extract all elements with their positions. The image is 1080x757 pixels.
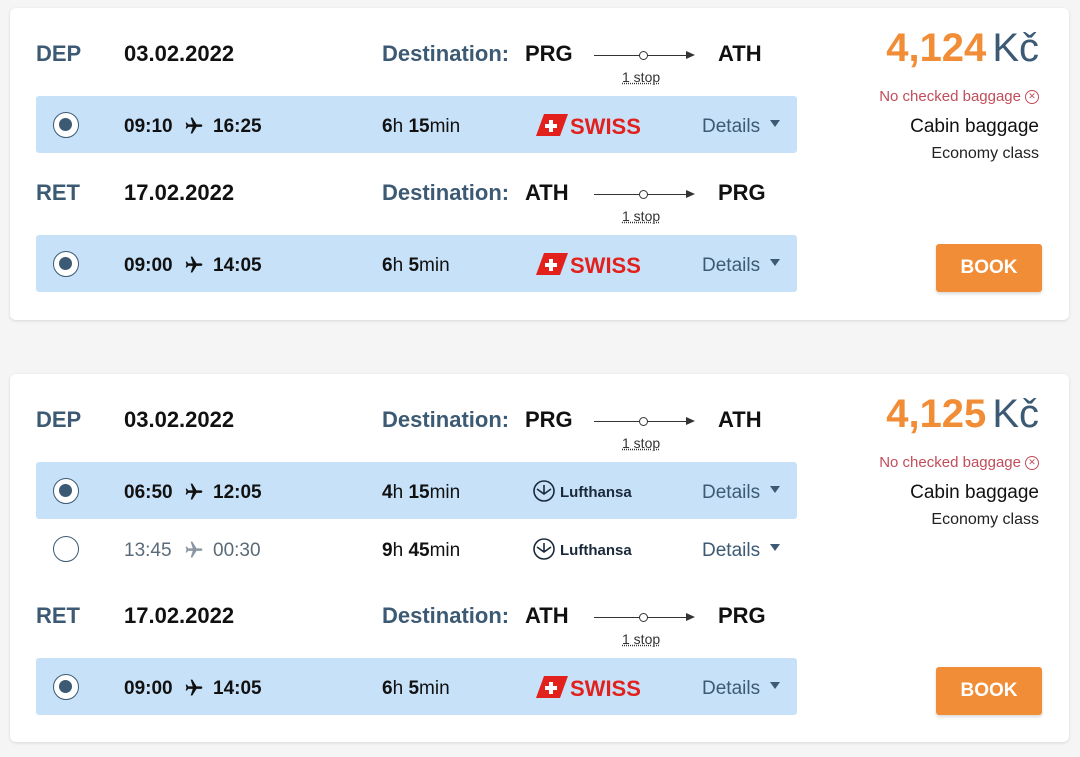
stops-link[interactable]: 1 stop	[622, 631, 660, 647]
plane-icon	[185, 483, 203, 500]
flight-duration: 6h 5min	[382, 678, 450, 699]
svg-text:SWISS: SWISS	[570, 114, 641, 139]
destination-airport: ATH	[718, 407, 762, 432]
travel-class: Economy class	[931, 511, 1039, 528]
flight-duration: 6h 5min	[382, 255, 450, 276]
departure-time: 13:45	[124, 540, 172, 561]
route-arrow	[594, 48, 698, 62]
swiss-logo: SWISS	[536, 114, 641, 139]
direction-label: DEP	[36, 407, 82, 432]
flight-option-row[interactable]: 06:50 12:05 4h 15min Lufthansa Details	[36, 462, 797, 519]
book-button[interactable]: BOOK	[936, 244, 1042, 292]
plane-icon	[185, 117, 203, 134]
book-button[interactable]: BOOK	[936, 667, 1042, 715]
chevron-down-icon	[770, 259, 781, 267]
cabin-baggage: Cabin baggage	[910, 482, 1039, 503]
departure-time: 06:50	[124, 482, 173, 503]
chevron-down-icon	[770, 120, 781, 128]
lufthansa-logo: Lufthansa	[533, 538, 632, 560]
arrival-time: 16:25	[213, 116, 262, 137]
details-toggle[interactable]: Details	[702, 116, 781, 138]
plane-icon	[185, 679, 203, 696]
direction-label: DEP	[36, 41, 82, 66]
price: 4,124 Kč	[886, 26, 1039, 70]
price: 4,125 Kč	[886, 392, 1039, 436]
flight-offer-card: DEP 03.02.2022 Destination: PRG ATH 1 st…	[10, 8, 1069, 320]
stops-link[interactable]: 1 stop	[622, 435, 660, 451]
lufthansa-logo: Lufthansa	[533, 480, 632, 502]
arrival-time: 14:05	[213, 255, 262, 276]
arrival-time: 12:05	[213, 482, 262, 503]
swiss-logo: SWISS	[536, 676, 641, 701]
flight-option-row[interactable]: 13:45 00:30 9h 45min Lufthansa Details	[36, 520, 797, 577]
close-circle-icon: ✕	[1025, 456, 1039, 471]
stops-link[interactable]: 1 stop	[622, 69, 660, 85]
flight-option-row[interactable]: 09:10 16:25 6h 15min SWISS Details	[36, 96, 797, 153]
radio-icon[interactable]	[53, 251, 79, 277]
flight-offer-card: DEP 03.02.2022 Destination: PRG ATH 1 st…	[10, 374, 1069, 742]
no-checked-baggage: No checked baggage ✕	[879, 454, 1039, 471]
svg-text:Lufthansa: Lufthansa	[560, 484, 632, 501]
flight-date: 17.02.2022	[124, 180, 235, 205]
direction-label: RET	[36, 603, 80, 628]
direction-label: RET	[36, 180, 80, 205]
destination-label: Destination:	[382, 180, 510, 205]
details-toggle[interactable]: Details	[702, 540, 781, 562]
flight-date: 03.02.2022	[124, 407, 235, 432]
chevron-down-icon	[770, 682, 781, 690]
details-toggle[interactable]: Details	[702, 482, 781, 504]
arrival-time: 00:30	[213, 540, 261, 561]
origin-airport: PRG	[525, 41, 573, 66]
details-toggle[interactable]: Details	[702, 255, 781, 277]
flight-duration: 6h 15min	[382, 116, 461, 137]
origin-airport: PRG	[525, 407, 573, 432]
arrival-time: 14:05	[213, 678, 262, 699]
cabin-baggage: Cabin baggage	[910, 116, 1039, 137]
no-checked-baggage: No checked baggage ✕	[879, 88, 1039, 105]
flight-option-row[interactable]: 09:00 14:05 6h 5min SWISS Details	[36, 235, 797, 292]
plane-icon	[185, 256, 203, 273]
flight-duration: 9h 45min	[382, 540, 461, 561]
flight-option-row[interactable]: 09:00 14:05 6h 5min SWISS Details	[36, 658, 797, 715]
radio-icon[interactable]	[53, 478, 79, 504]
svg-text:SWISS: SWISS	[570, 253, 641, 278]
stops-link[interactable]: 1 stop	[622, 208, 660, 224]
origin-airport: ATH	[525, 180, 569, 205]
radio-icon[interactable]	[53, 536, 79, 562]
destination-label: Destination:	[382, 603, 510, 628]
route-arrow	[594, 187, 698, 201]
swiss-logo: SWISS	[536, 253, 641, 278]
origin-airport: ATH	[525, 603, 569, 628]
travel-class: Economy class	[931, 145, 1039, 162]
details-toggle[interactable]: Details	[702, 678, 781, 700]
departure-time: 09:00	[124, 255, 173, 276]
destination-airport: PRG	[718, 180, 766, 205]
chevron-down-icon	[770, 544, 781, 552]
destination-label: Destination:	[382, 407, 510, 432]
route-arrow	[594, 414, 698, 428]
departure-time: 09:10	[124, 116, 173, 137]
destination-label: Destination:	[382, 41, 510, 66]
destination-airport: ATH	[718, 41, 762, 66]
flight-date: 03.02.2022	[124, 41, 235, 66]
destination-airport: PRG	[718, 603, 766, 628]
radio-icon[interactable]	[53, 112, 79, 138]
flight-date: 17.02.2022	[124, 603, 235, 628]
radio-icon[interactable]	[53, 674, 79, 700]
chevron-down-icon	[770, 486, 781, 494]
svg-text:Lufthansa: Lufthansa	[560, 542, 632, 559]
svg-text:SWISS: SWISS	[570, 676, 641, 701]
flight-duration: 4h 15min	[382, 482, 461, 503]
plane-icon	[185, 541, 203, 558]
departure-time: 09:00	[124, 678, 173, 699]
close-circle-icon: ✕	[1025, 90, 1039, 105]
route-arrow	[594, 610, 698, 624]
